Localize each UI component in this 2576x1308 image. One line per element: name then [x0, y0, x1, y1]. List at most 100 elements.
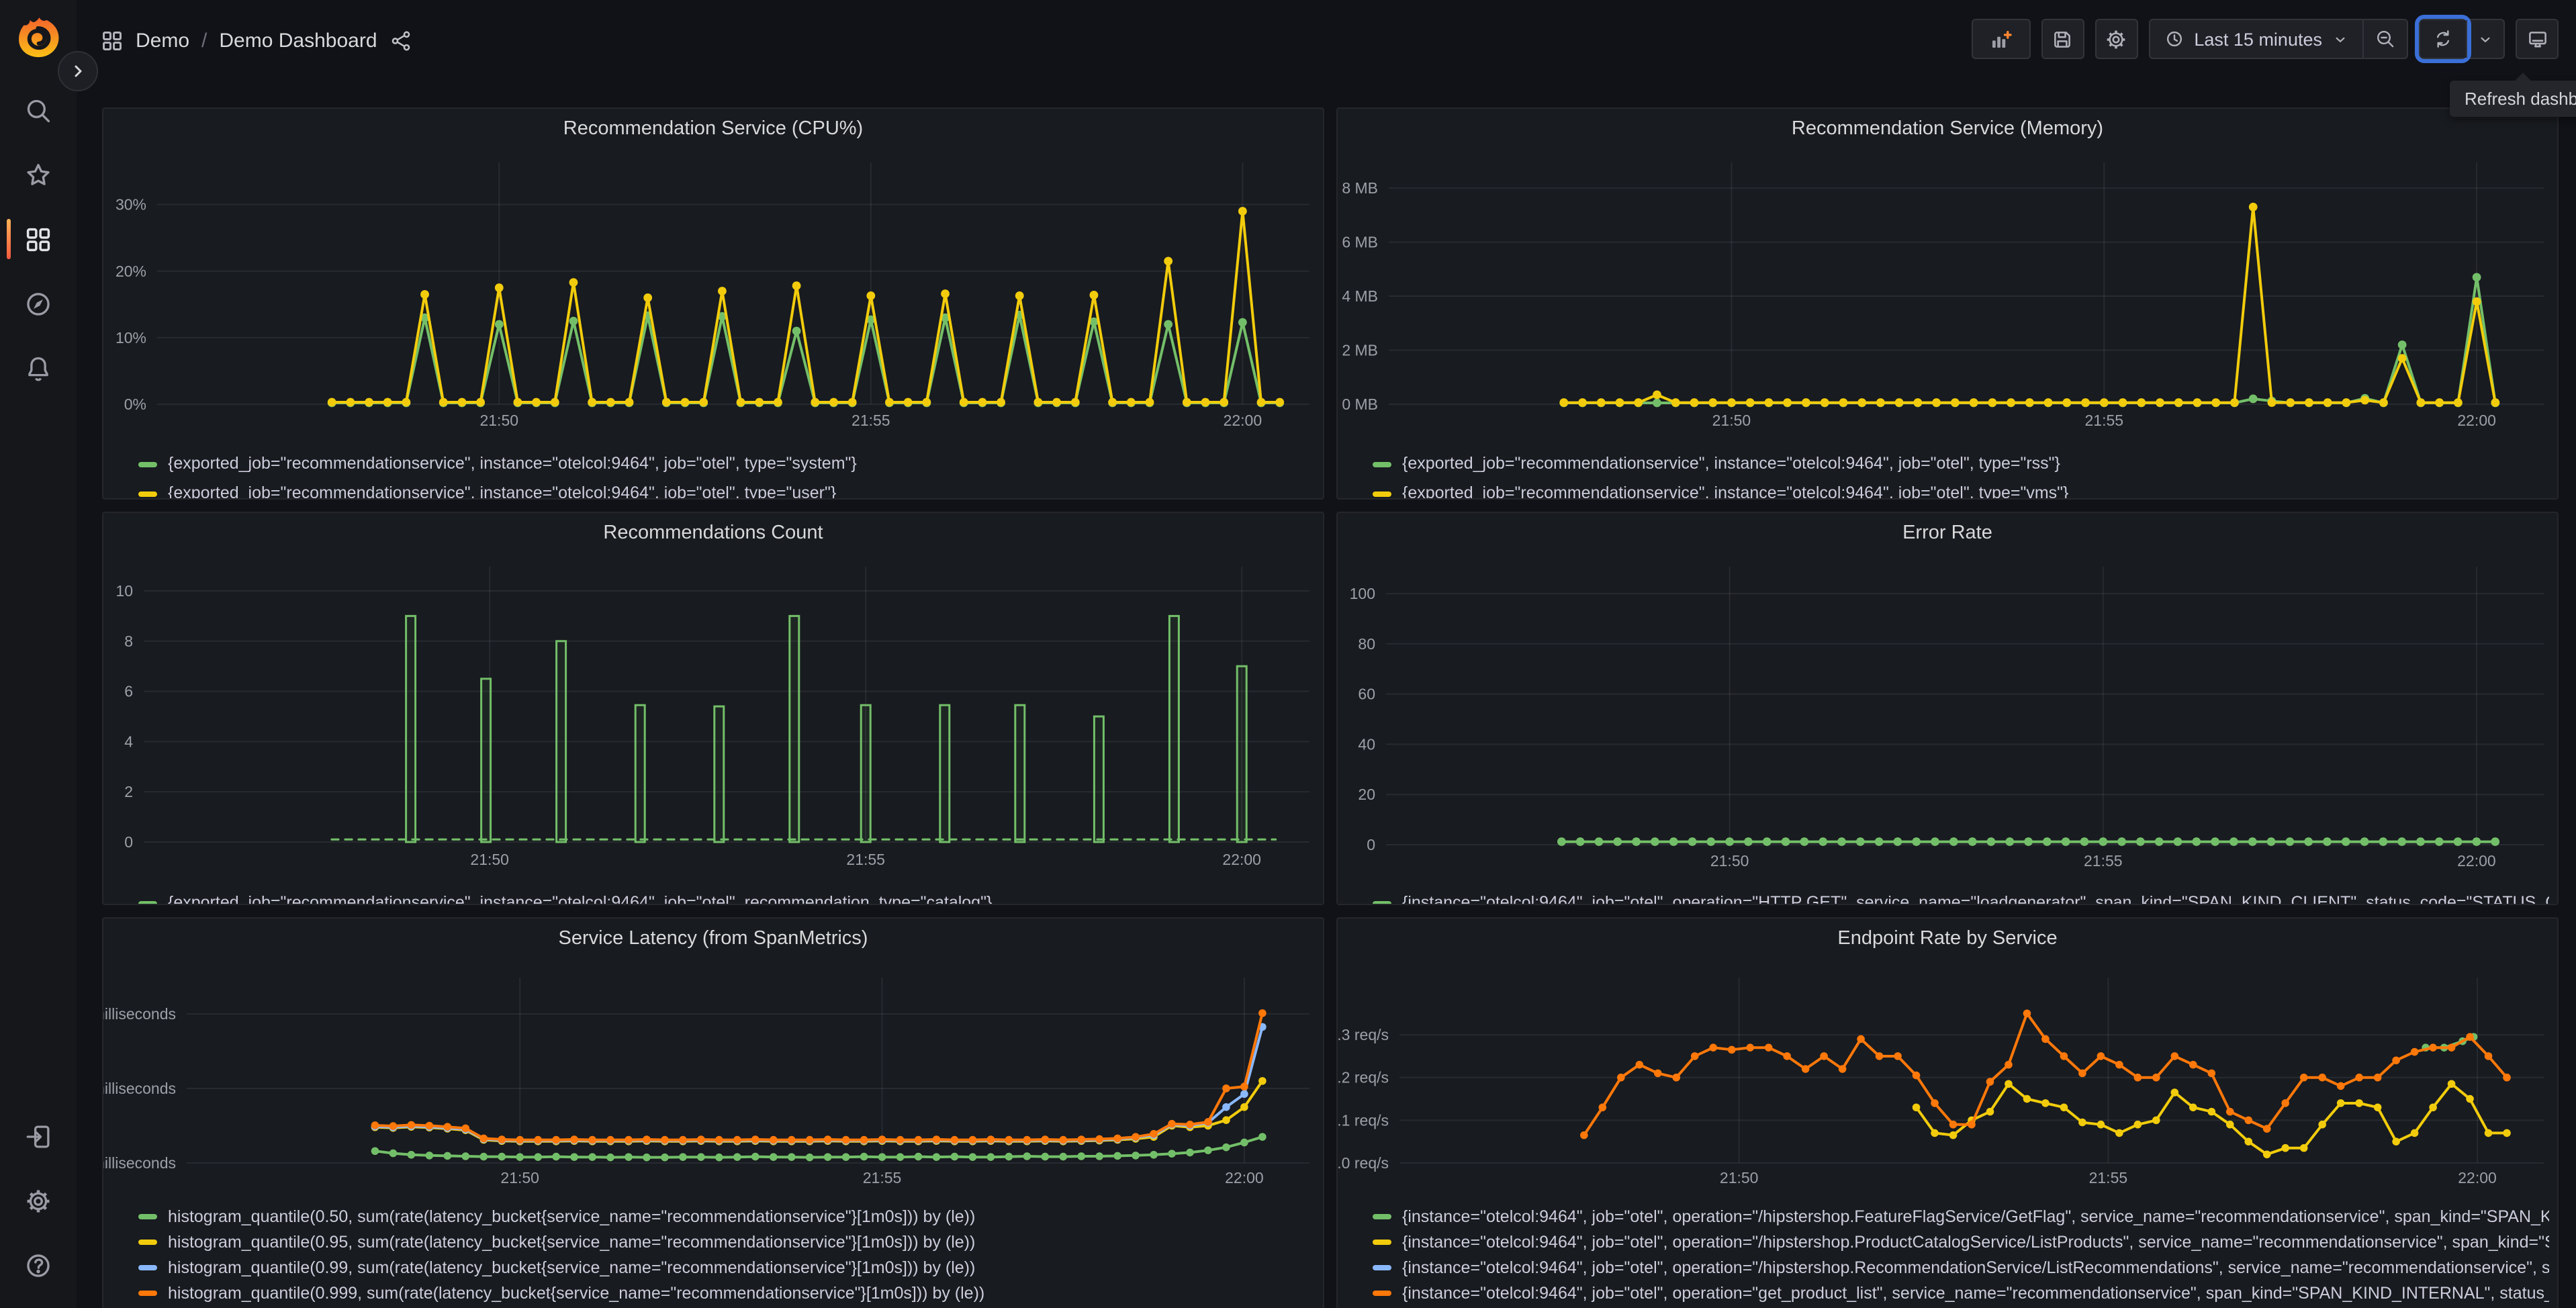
- zoom-out-icon: [2377, 31, 2394, 48]
- legend-item[interactable]: {exported_job="recommendationservice", i…: [138, 478, 1315, 498]
- sidebar-item-explore[interactable]: [0, 277, 77, 330]
- data-point: [2189, 1060, 2197, 1069]
- data-point: [1238, 207, 1247, 216]
- chart-canvas[interactable]: 30% 20% 10% 0% 21:50 21:55 22:00: [103, 109, 1324, 500]
- legend-item[interactable]: {exported_job="recommendationservice", i…: [1373, 478, 2549, 498]
- refresh-dashboard-button[interactable]: [2415, 15, 2471, 63]
- breadcrumb-dashboard-title[interactable]: Demo Dashboard: [219, 29, 377, 52]
- data-point: [697, 1153, 705, 1161]
- data-point: [552, 1152, 560, 1161]
- legend-item[interactable]: histogram_quantile(0.999, sum(rate(laten…: [138, 1280, 1315, 1305]
- data-point: [2484, 1129, 2493, 1137]
- data-point: [2225, 1107, 2234, 1116]
- refresh-interval-dropdown[interactable]: [2467, 20, 2503, 58]
- sidebar-item-alerting[interactable]: [0, 341, 77, 395]
- legend-item[interactable]: {instance="otelcol:9464", job="otel", op…: [1373, 888, 2549, 904]
- sidebar-item-sign-in[interactable]: [0, 1109, 77, 1163]
- legend-item[interactable]: {instance="otelcol:9464", job="otel", op…: [1373, 1229, 2549, 1254]
- y-axis-label: 0.2 req/s: [1338, 1069, 1389, 1086]
- data-point: [2266, 837, 2276, 846]
- add-panel-button[interactable]: [1971, 19, 2031, 59]
- bar: [480, 678, 492, 843]
- kiosk-mode-button[interactable]: [2516, 19, 2559, 59]
- data-point: [1727, 398, 1736, 407]
- data-point: [1688, 837, 1697, 846]
- time-range-picker[interactable]: Last 15 minutes: [2150, 20, 2362, 58]
- legend-item[interactable]: {exported_job="recommendationservice", i…: [1373, 449, 2549, 478]
- legend-item[interactable]: histogram_quantile(0.95, sum(rate(latenc…: [138, 1229, 1315, 1254]
- data-point: [2060, 1103, 2068, 1112]
- sidebar-item-configuration[interactable]: [0, 1174, 77, 1227]
- legend-item[interactable]: histogram_quantile(0.99, sum(rate(latenc…: [138, 1254, 1315, 1280]
- grafana-app: Demo / Demo Dashboard Last 15 minutes Re…: [0, 0, 2576, 1308]
- legend-swatch: [1373, 491, 1391, 496]
- chart-canvas[interactable]: 8 MB 6 MB 4 MB 2 MB 0 MB 21:50 21:55 22:00: [1338, 109, 2559, 500]
- data-point: [1838, 1065, 1847, 1073]
- data-point: [1986, 1107, 1994, 1116]
- data-point: [1781, 837, 1790, 846]
- breadcrumb: Demo / Demo Dashboard: [101, 21, 412, 59]
- data-point: [1275, 398, 1285, 407]
- data-point: [959, 398, 968, 407]
- dashboards-grid-icon: [26, 227, 50, 251]
- data-point: [2410, 1129, 2419, 1137]
- legend: {exported_job="recommendationservice", i…: [138, 888, 1315, 904]
- sidebar-item-favorites[interactable]: [0, 148, 77, 201]
- dashboards-grid-icon: [103, 31, 122, 50]
- sidebar-item-dashboards[interactable]: [0, 212, 77, 266]
- legend-item[interactable]: histogram_quantile(0.50, sum(rate(latenc…: [138, 1203, 1315, 1229]
- legend-swatch: [138, 491, 157, 496]
- data-point: [1653, 390, 1661, 400]
- sidebar-item-search[interactable]: [0, 83, 77, 137]
- refresh-tooltip: Refresh dashboard: [2450, 73, 2576, 117]
- data-point: [1575, 837, 1585, 846]
- data-point: [2435, 398, 2444, 407]
- breadcrumb-folder[interactable]: Demo: [136, 29, 189, 52]
- data-point: [1709, 1043, 1718, 1052]
- data-point: [751, 1135, 760, 1143]
- data-point: [697, 1135, 705, 1143]
- data-point: [1783, 398, 1792, 407]
- data-point: [625, 398, 634, 407]
- zoom-out-button[interactable]: [2364, 20, 2407, 58]
- data-point: [2081, 398, 2090, 407]
- legend-item[interactable]: {instance="otelcol:9464", job="otel", op…: [1373, 1280, 2549, 1305]
- data-point: [2416, 837, 2425, 846]
- data-point: [625, 1153, 633, 1161]
- sidebar-item-help[interactable]: [0, 1238, 77, 1292]
- legend-label: {exported_job="recommendationservice", i…: [1402, 454, 2060, 473]
- bar: [555, 640, 567, 843]
- data-point: [2173, 837, 2182, 846]
- data-point: [1653, 1069, 1662, 1078]
- sidebar-expand-button[interactable]: [58, 51, 98, 91]
- data-point: [2154, 837, 2164, 846]
- chart-canvas[interactable]: 10 8 6 4 2 0 21:50 21:55 22:00: [103, 513, 1324, 905]
- bar: [860, 704, 872, 843]
- legend-item[interactable]: {instance="otelcol:9464", job="otel", op…: [1373, 1254, 2549, 1280]
- legend-item[interactable]: {exported_job="recommendationservice", i…: [138, 888, 1315, 904]
- legend-item[interactable]: {exported_job="recommendationservice", i…: [138, 449, 1315, 478]
- data-point: [2355, 1099, 2363, 1107]
- legend-item[interactable]: {instance="otelcol:9464", job="otel", op…: [1373, 1203, 2549, 1229]
- dashboard-settings-button[interactable]: [2095, 19, 2138, 59]
- data-point: [2342, 398, 2351, 407]
- grafana-logo[interactable]: [15, 15, 63, 66]
- data-point: [2080, 837, 2089, 846]
- legend-label: {exported_job="recommendationservice", i…: [168, 454, 857, 473]
- data-point: [680, 398, 690, 407]
- data-point: [968, 1135, 977, 1144]
- data-point: [494, 283, 504, 292]
- panel-endpoint-rate: Endpoint Rate by Service0.3 req/s0.2 req…: [1336, 917, 2559, 1308]
- x-axis-label: 22:00: [1222, 851, 1261, 868]
- data-point: [1820, 1052, 1828, 1060]
- legend-swatch: [138, 1214, 157, 1219]
- save-dashboard-button[interactable]: [2041, 19, 2084, 59]
- data-point: [2397, 354, 2407, 363]
- share-button[interactable]: [389, 29, 412, 52]
- data-point: [461, 1152, 470, 1160]
- data-point: [1256, 398, 1266, 407]
- chart-canvas[interactable]: 100 80 60 40 20 0 21:50 21:55 22:00: [1338, 513, 2559, 905]
- series-line: [330, 209, 1281, 404]
- data-point: [755, 398, 764, 407]
- data-point: [2133, 1120, 2142, 1129]
